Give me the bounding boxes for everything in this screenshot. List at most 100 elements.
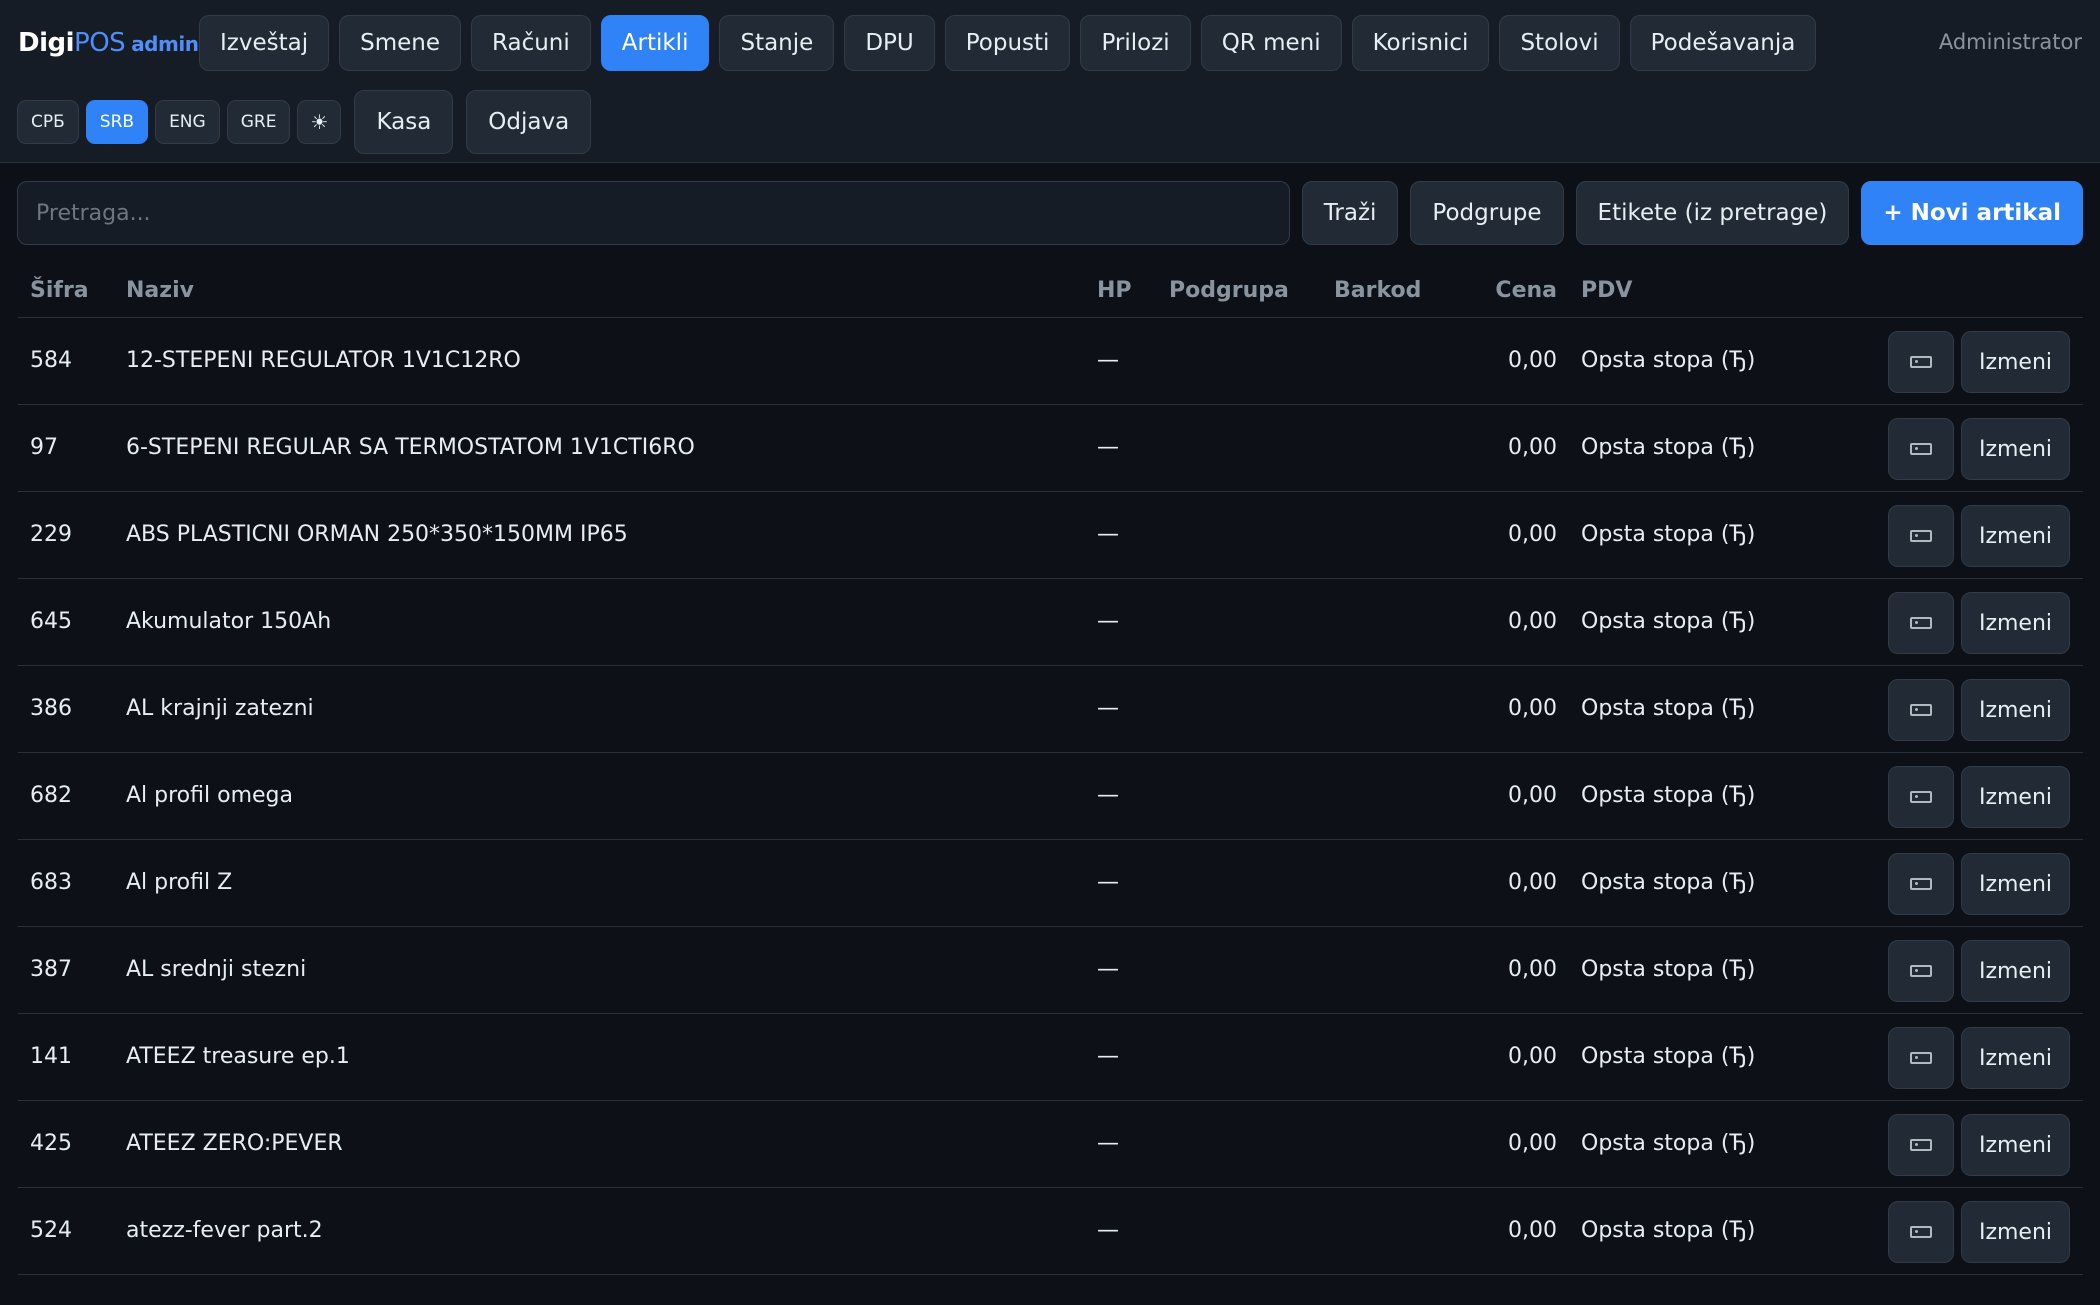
column-header-hp[interactable]: HP — [1097, 278, 1132, 303]
print-label-button[interactable] — [1888, 679, 1954, 741]
table-header: Šifra Naziv HP Podgrupa Barkod Cena PDV — [18, 263, 2083, 318]
cell-naziv: AL srednji stezni — [126, 957, 307, 982]
cell-hp: — — [1097, 783, 1119, 808]
cell-cena: 0,00 — [1508, 1218, 1557, 1243]
tag-icon — [1910, 704, 1932, 716]
print-label-button[interactable] — [1888, 505, 1954, 567]
lang-gre-button[interactable]: GRE — [226, 100, 291, 144]
brand-part-digi: Digi — [18, 28, 75, 58]
column-header-podgrupa[interactable]: Podgrupa — [1169, 278, 1289, 303]
nav-korisnici[interactable]: Korisnici — [1351, 15, 1490, 71]
cell-cena: 0,00 — [1508, 522, 1557, 547]
print-label-button[interactable] — [1888, 853, 1954, 915]
print-label-button[interactable] — [1888, 940, 1954, 1002]
nav-izvestaj[interactable]: Izveštaj — [199, 15, 330, 71]
edit-button[interactable]: Izmeni — [1961, 592, 2070, 654]
cell-cena: 0,00 — [1508, 348, 1557, 373]
lang-srb-latin-button[interactable]: SRB — [85, 100, 149, 144]
column-header-pdv[interactable]: PDV — [1581, 278, 1632, 303]
tag-icon — [1910, 878, 1932, 890]
brand-part-admin: admin — [131, 32, 199, 56]
search-button[interactable]: Traži — [1301, 181, 1399, 245]
edit-button[interactable]: Izmeni — [1961, 331, 2070, 393]
edit-button[interactable]: Izmeni — [1961, 1027, 2070, 1089]
tag-icon — [1910, 617, 1932, 629]
cell-hp: — — [1097, 1218, 1119, 1243]
nav-podesavanja[interactable]: Podešavanja — [1629, 15, 1817, 71]
nav-racuni[interactable]: Računi — [471, 15, 591, 71]
column-header-sifra[interactable]: Šifra — [30, 278, 89, 303]
edit-button[interactable]: Izmeni — [1961, 766, 2070, 828]
tag-icon — [1910, 1139, 1932, 1151]
nav-popusti[interactable]: Popusti — [944, 15, 1071, 71]
edit-button[interactable]: Izmeni — [1961, 679, 2070, 741]
odjava-button[interactable]: Odjava — [466, 90, 592, 154]
tag-icon — [1910, 791, 1932, 803]
cell-hp: — — [1097, 522, 1119, 547]
print-label-button[interactable] — [1888, 1114, 1954, 1176]
tag-icon — [1910, 1226, 1932, 1238]
cell-naziv: 6-STEPENI REGULAR SA TERMOSTATOM 1V1CTI6… — [126, 435, 695, 460]
edit-button[interactable]: Izmeni — [1961, 940, 2070, 1002]
cell-sifra: 386 — [30, 696, 72, 721]
table-row: 683 Al profil Z — 0,00 Opsta stopa (Ђ) Izmeni — [18, 840, 2083, 927]
edit-button[interactable]: Izmeni — [1961, 853, 2070, 915]
nav-qr-meni[interactable]: QR meni — [1200, 15, 1342, 71]
cell-sifra: 682 — [30, 783, 72, 808]
print-label-button[interactable] — [1888, 418, 1954, 480]
cell-sifra: 97 — [30, 435, 58, 460]
kasa-button[interactable]: Kasa — [354, 90, 454, 154]
cell-sifra: 683 — [30, 870, 72, 895]
cell-cena: 0,00 — [1508, 1131, 1557, 1156]
cell-sifra: 229 — [30, 522, 72, 547]
nav-artikli[interactable]: Artikli — [600, 15, 710, 71]
cell-hp: — — [1097, 348, 1119, 373]
brand-part-pos: POS — [74, 28, 126, 58]
cell-hp: — — [1097, 435, 1119, 460]
print-label-button[interactable] — [1888, 331, 1954, 393]
new-article-button[interactable]: + Novi artikal — [1861, 181, 2083, 245]
brand-logo[interactable]: DigiPOS admin — [18, 28, 199, 58]
nav-prilozi[interactable]: Prilozi — [1080, 15, 1191, 71]
table-row: 229 ABS PLASTICNI ORMAN 250*350*150MM IP6… — [18, 492, 2083, 579]
print-label-button[interactable] — [1888, 592, 1954, 654]
cell-sifra: 387 — [30, 957, 72, 982]
print-label-button[interactable] — [1888, 1027, 1954, 1089]
cell-naziv: Al profil Z — [126, 870, 233, 895]
cell-pdv: Opsta stopa (Ђ) — [1581, 1131, 1756, 1156]
cell-cena: 0,00 — [1508, 696, 1557, 721]
cell-pdv: Opsta stopa (Ђ) — [1581, 609, 1756, 634]
nav-stolovi[interactable]: Stolovi — [1499, 15, 1620, 71]
search-input[interactable] — [17, 181, 1290, 245]
nav-smene[interactable]: Smene — [339, 15, 461, 71]
table-row: 524 atezz-fever part.2 — 0,00 Opsta stopa (Ђ… — [18, 1188, 2083, 1275]
theme-toggle-button[interactable]: ☀ — [297, 100, 342, 144]
nav-stanje[interactable]: Stanje — [719, 15, 835, 71]
cell-cena: 0,00 — [1508, 783, 1557, 808]
cell-hp: — — [1097, 609, 1119, 634]
edit-button[interactable]: Izmeni — [1961, 418, 2070, 480]
column-header-cena[interactable]: Cena — [1418, 278, 1557, 303]
column-header-barkod[interactable]: Barkod — [1334, 278, 1421, 303]
tag-icon — [1910, 530, 1932, 542]
subgroups-button[interactable]: Podgrupe — [1410, 181, 1564, 245]
cell-pdv: Opsta stopa (Ђ) — [1581, 870, 1756, 895]
cell-pdv: Opsta stopa (Ђ) — [1581, 957, 1756, 982]
cell-hp: — — [1097, 696, 1119, 721]
cell-cena: 0,00 — [1508, 957, 1557, 982]
print-label-button[interactable] — [1888, 1201, 1954, 1263]
nav-dpu[interactable]: DPU — [844, 15, 935, 71]
cell-pdv: Opsta stopa (Ђ) — [1581, 783, 1756, 808]
lang-eng-button[interactable]: ENG — [155, 100, 220, 144]
column-header-naziv[interactable]: Naziv — [126, 278, 194, 303]
edit-button[interactable]: Izmeni — [1961, 505, 2070, 567]
current-user-label: Administrator — [1938, 30, 2082, 54]
cell-naziv: Al profil omega — [126, 783, 293, 808]
labels-from-search-button[interactable]: Etikete (iz pretrage) — [1575, 181, 1850, 245]
print-label-button[interactable] — [1888, 766, 1954, 828]
tag-icon — [1910, 1052, 1932, 1064]
lang-srb-cyrillic-button[interactable]: СРБ — [17, 100, 79, 144]
edit-button[interactable]: Izmeni — [1961, 1114, 2070, 1176]
edit-button[interactable]: Izmeni — [1961, 1201, 2070, 1263]
table-row: 584 12-STEPENI REGULATOR 1V1C12RO — 0,00 Ops… — [18, 318, 2083, 405]
